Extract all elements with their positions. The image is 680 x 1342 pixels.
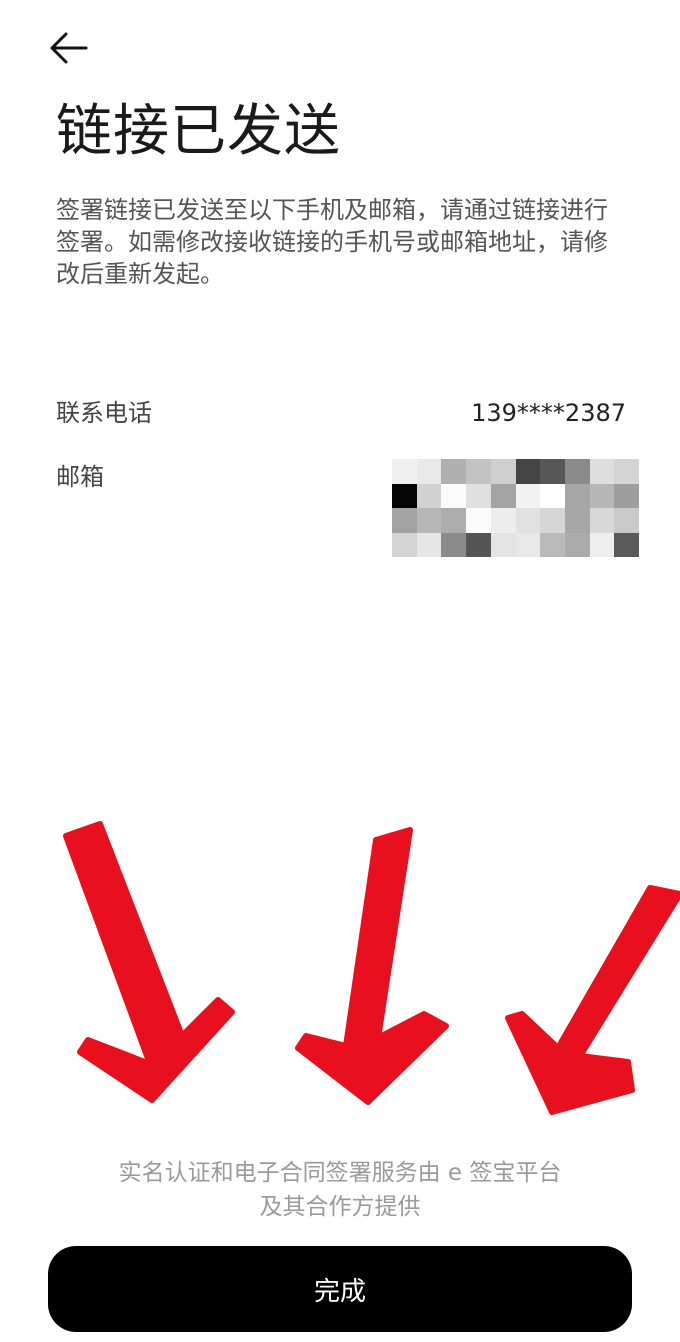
mosaic-cell xyxy=(490,508,516,533)
mosaic-cell xyxy=(540,483,565,508)
mosaic-cell xyxy=(614,532,639,557)
mosaic-cell xyxy=(614,459,639,484)
mosaic-cell xyxy=(515,483,541,508)
mosaic-cell xyxy=(490,459,516,484)
mosaic-cell xyxy=(441,532,467,557)
mosaic-cell xyxy=(589,532,615,557)
done-button[interactable]: 完成 xyxy=(48,1246,632,1332)
back-button[interactable] xyxy=(44,24,96,72)
arrow-left-icon xyxy=(50,32,88,64)
red-down-arrow-icon xyxy=(295,827,449,1105)
mosaic-cell xyxy=(416,508,442,533)
email-label: 邮箱 xyxy=(56,463,104,491)
description-line: 签署链接已发送至以下手机及邮箱，请通过链接进行 xyxy=(56,196,608,224)
mosaic-cell xyxy=(540,508,565,533)
mosaic-cell xyxy=(564,508,590,533)
mosaic-cell xyxy=(589,459,615,484)
red-down-arrow-icon xyxy=(63,821,235,1103)
phone-row: 联系电话 139****2387 xyxy=(56,396,626,430)
mosaic-cell xyxy=(392,459,417,484)
mosaic-cell xyxy=(515,532,541,557)
mosaic-cell xyxy=(392,532,417,557)
description-line: 签署。如需修改接收链接的手机号或邮箱地址，请修 xyxy=(56,228,608,256)
annotation-arrows xyxy=(63,821,680,1115)
description-line: 改后重新发起。 xyxy=(56,260,224,288)
mosaic-cell xyxy=(416,483,442,508)
mosaic-cell xyxy=(441,483,467,508)
mosaic-cell xyxy=(564,532,590,557)
mosaic-cell xyxy=(490,483,516,508)
mosaic-cell xyxy=(589,483,615,508)
phone-value: 139****2387 xyxy=(471,399,626,427)
mosaic-cell xyxy=(466,459,491,484)
mosaic-cell xyxy=(564,459,590,484)
mosaic-cell xyxy=(392,483,417,508)
footer-line: 实名认证和电子合同签署服务由 e 签宝平台 xyxy=(118,1160,562,1186)
page-title: 链接已发送 xyxy=(56,99,341,164)
mosaic-cell xyxy=(515,508,541,533)
red-down-arrow-icon xyxy=(505,885,680,1115)
email-value-pixelated xyxy=(392,459,639,557)
mosaic-cell xyxy=(466,508,491,533)
mosaic-cell xyxy=(416,459,442,484)
mosaic-cell xyxy=(614,508,639,533)
mosaic-cell xyxy=(466,483,491,508)
mosaic-cell xyxy=(441,459,467,484)
phone-label: 联系电话 xyxy=(56,399,152,427)
mosaic-cell xyxy=(564,483,590,508)
mosaic-cell xyxy=(392,508,417,533)
footer-line: 及其合作方提供 xyxy=(259,1194,421,1220)
service-provider-note: 实名认证和电子合同签署服务由 e 签宝平台 及其合作方提供 xyxy=(0,1156,680,1224)
mosaic-cell xyxy=(614,483,639,508)
mosaic-cell xyxy=(540,532,565,557)
mosaic-cell xyxy=(441,508,467,533)
mosaic-cell xyxy=(416,532,442,557)
mosaic-cell xyxy=(490,532,516,557)
mosaic-cell xyxy=(466,532,491,557)
mosaic-cell xyxy=(540,459,565,484)
mosaic-cell xyxy=(515,459,541,484)
send-description: 签署链接已发送至以下手机及邮箱，请通过链接进行 签署。如需修改接收链接的手机号或… xyxy=(56,194,626,290)
mosaic-cell xyxy=(589,508,615,533)
